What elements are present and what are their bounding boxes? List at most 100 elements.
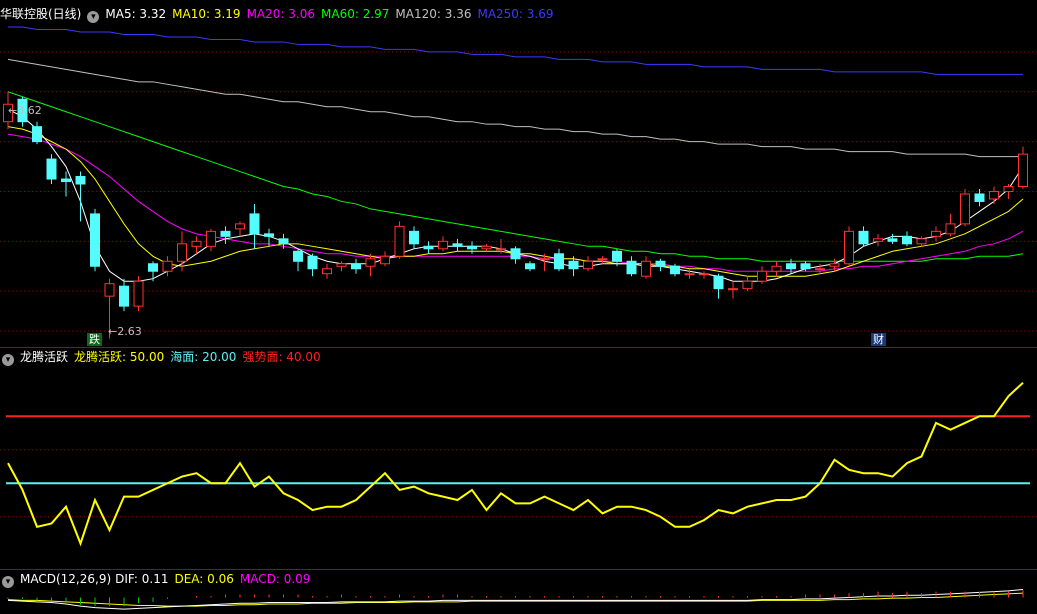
- chevron-down-icon[interactable]: ▾: [2, 354, 14, 366]
- candle-up: [235, 223, 245, 230]
- candle-up: [177, 243, 187, 262]
- high-price-label: 3.62: [17, 104, 42, 117]
- candle-up: [162, 260, 173, 272]
- candle-down: [554, 253, 564, 270]
- candle-up: [597, 258, 608, 261]
- ma10-label: MA10: 3.19: [172, 7, 241, 21]
- ma250-line: [8, 26, 1023, 75]
- candle-up: [1003, 185, 1014, 192]
- candle-up: [380, 255, 390, 265]
- candle-down: [423, 245, 434, 250]
- ma5-label: MA5: 3.32: [105, 7, 167, 21]
- dea-line: [7, 592, 1024, 607]
- macd-name[interactable]: MACD(12,26,9): [20, 572, 111, 586]
- dif-label: DIF: 0.11: [115, 572, 169, 586]
- event-tag-left[interactable]: 跌: [87, 333, 102, 346]
- chevron-down-icon[interactable]: ▾: [87, 11, 100, 23]
- candle-up: [322, 268, 332, 275]
- candle-up: [1018, 153, 1028, 187]
- candle-down: [46, 158, 57, 180]
- candle-down: [467, 245, 477, 250]
- candle-up: [699, 273, 709, 276]
- candle-up: [916, 238, 927, 245]
- low-price-label: 2.63: [117, 325, 142, 338]
- candle-down: [148, 263, 158, 272]
- candle-up: [757, 270, 767, 282]
- candle-down: [278, 238, 289, 245]
- candle-down: [713, 275, 724, 290]
- candle-up: [539, 258, 550, 261]
- candle-up: [583, 260, 593, 270]
- candle-up: [336, 263, 347, 267]
- ma250-label: MA250: 3.69: [477, 7, 554, 21]
- candle-down: [293, 250, 303, 262]
- candle-down: [119, 285, 129, 307]
- candle-down: [351, 263, 361, 270]
- candle-down: [974, 193, 985, 202]
- chevron-down-icon[interactable]: ▾: [2, 576, 14, 588]
- indicator-sea-label: 海面: 20.00: [170, 350, 237, 364]
- candle-down: [75, 176, 86, 185]
- candle-up: [945, 223, 956, 235]
- candle-up: [206, 230, 216, 247]
- indicator-header: ▾ 龙腾活跃 龙腾活跃: 50.00 海面: 20.00 强势面: 40.00: [0, 349, 327, 366]
- candle-down: [887, 238, 898, 242]
- ma120-label: MA120: 3.36: [395, 7, 472, 21]
- candle-up: [365, 258, 376, 267]
- candle-up: [829, 263, 840, 267]
- main-header: 华联控股(日线) ▾ MA5: 3.32 MA10: 3.19 MA20: 3.06 MA…: [0, 6, 560, 23]
- candle-down: [902, 235, 912, 245]
- candle-up: [394, 225, 405, 257]
- candle-down: [786, 263, 796, 270]
- candle-down: [32, 126, 42, 143]
- candle-down: [307, 255, 318, 270]
- candle-down: [525, 263, 535, 270]
- candle-down: [264, 233, 274, 237]
- candle-up: [742, 280, 753, 290]
- candle-up: [960, 193, 970, 225]
- candle-down: [612, 250, 622, 262]
- candle-down: [61, 178, 71, 183]
- ma60-line: [7, 91, 1024, 262]
- ma20-label: MA20: 3.06: [246, 7, 315, 21]
- candle-down: [655, 260, 666, 267]
- candle-down: [220, 230, 231, 237]
- candle-down: [452, 243, 463, 247]
- candle-up: [104, 283, 115, 297]
- dea-label: DEA: 0.06: [174, 572, 234, 586]
- candle-up: [641, 260, 651, 277]
- candle-down: [800, 263, 811, 270]
- candle-up: [496, 248, 506, 251]
- candle-up: [191, 240, 202, 247]
- macd-header: ▾ MACD(12,26,9) DIF: 0.11 DEA: 0.06 MACD: 0.…: [0, 571, 316, 588]
- candle-down: [858, 230, 869, 245]
- candle-up: [133, 280, 144, 307]
- candle-up: [481, 245, 492, 250]
- candle-up: [844, 230, 854, 265]
- candle-down: [90, 213, 100, 267]
- indicator-name[interactable]: 龙腾活跃: [20, 350, 68, 364]
- candle-down: [249, 213, 260, 235]
- candle-down: [568, 260, 579, 270]
- candle-up: [771, 265, 782, 272]
- candle-up: [931, 230, 941, 237]
- candle-up: [438, 240, 448, 250]
- low-price-mark: ←2.63: [108, 325, 142, 338]
- candle-up: [989, 190, 999, 200]
- candle-down: [626, 260, 637, 275]
- candle-down: [670, 265, 680, 275]
- candle-down: [510, 248, 521, 260]
- candle-down: [409, 230, 419, 245]
- active-line: [7, 382, 1024, 547]
- indicator-active-label: 龙腾活跃: 50.00: [74, 350, 165, 364]
- stock-title[interactable]: 华联控股(日线): [0, 7, 81, 21]
- indicator-strong-label: 强势面: 40.00: [242, 350, 321, 364]
- macd-value-label: MACD: 0.09: [239, 572, 311, 586]
- candle-up: [684, 273, 695, 276]
- candle-up: [728, 288, 738, 291]
- candle-up: [815, 268, 825, 271]
- event-tag-right[interactable]: 财: [871, 333, 886, 346]
- candle-up: [873, 238, 883, 242]
- high-price-mark: ←3.62: [8, 104, 42, 117]
- stock-chart[interactable]: [0, 0, 1037, 614]
